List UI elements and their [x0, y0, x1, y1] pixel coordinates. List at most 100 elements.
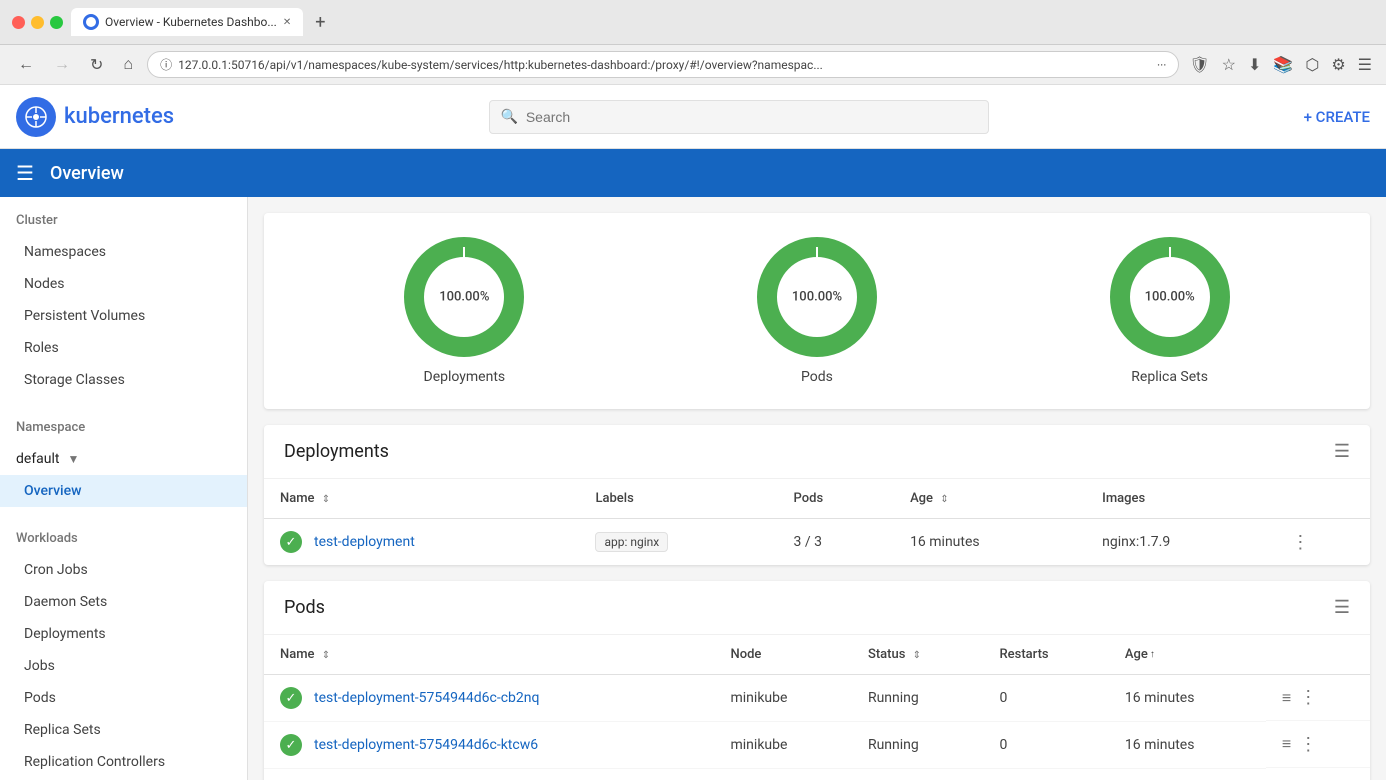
workloads-section-title: Workloads: [0, 515, 247, 554]
sidebar-item-daemon-sets[interactable]: Daemon Sets: [0, 586, 247, 618]
header-search: 🔍: [190, 100, 1287, 134]
reload-button[interactable]: ↻: [84, 53, 109, 77]
namespace-value: default: [16, 451, 60, 467]
sidebar-item-nodes[interactable]: Nodes: [0, 268, 247, 300]
sidebar-item-jobs[interactable]: Jobs: [0, 650, 247, 682]
minimize-button[interactable]: [31, 16, 44, 29]
pods-section-title: Pods: [284, 597, 325, 618]
traffic-lights: [12, 16, 63, 29]
pods-table: Name ⇕ Node Status ⇕ Restarts Age ↑: [264, 635, 1370, 780]
address-bar-row: ← → ↻ ⌂ ⓘ 127.0.0.1:50716/api/v1/namespa…: [0, 45, 1386, 85]
sidebar-item-namespaces[interactable]: Namespaces: [0, 236, 247, 268]
library-icon[interactable]: 📚: [1271, 53, 1295, 76]
deployments-filter-icon[interactable]: ☰: [1334, 441, 1350, 462]
pod-col-status[interactable]: Status ⇕: [852, 635, 984, 675]
pod-more-icon-1[interactable]: ⋮: [1299, 687, 1317, 708]
pods-table-header: Name ⇕ Node Status ⇕ Restarts Age ↑: [264, 635, 1370, 675]
pods-section: Pods ☰ Name ⇕ Node Status ⇕ Restarts Age…: [264, 581, 1370, 780]
home-button[interactable]: ⌂: [117, 54, 139, 76]
pod-name-cell-1: ✓ test-deployment-5754944d6c-cb2nq: [264, 675, 715, 722]
pod-log-icon-1[interactable]: ≡: [1282, 688, 1291, 708]
pod-node-3: minikube: [715, 769, 852, 780]
browser-chrome: Overview - Kubernetes Dashbo... ✕ +: [0, 0, 1386, 45]
col-images[interactable]: Images: [1086, 479, 1275, 519]
pod-node-2: minikube: [715, 722, 852, 769]
replica-sets-label: Replica Sets: [1131, 369, 1208, 385]
browser-tab[interactable]: Overview - Kubernetes Dashbo... ✕: [71, 8, 303, 36]
address-bar[interactable]: ⓘ 127.0.0.1:50716/api/v1/namespaces/kube…: [147, 51, 1179, 78]
deployment-name-link[interactable]: test-deployment: [314, 534, 415, 550]
sidebar-item-roles[interactable]: Roles: [0, 332, 247, 364]
forward-button[interactable]: →: [48, 54, 76, 76]
deployment-more-icon[interactable]: ⋮: [1291, 532, 1309, 553]
tab-close-icon[interactable]: ✕: [283, 17, 291, 28]
pods-donut: 100.00%: [757, 237, 877, 357]
content-area: 100.00% Deployments 100.00% Pods: [248, 197, 1386, 780]
bookmark-icon[interactable]: ☆: [1220, 53, 1238, 76]
col-age[interactable]: Age ⇕: [894, 479, 1086, 519]
download-icon[interactable]: ⬇: [1246, 53, 1263, 76]
pod-name-link-2[interactable]: test-deployment-5754944d6c-ktcw6: [314, 737, 538, 753]
pod-name-link-1[interactable]: test-deployment-5754944d6c-cb2nq: [314, 690, 539, 706]
pod-node-1: minikube: [715, 675, 852, 722]
pods-section-header: Pods ☰: [264, 581, 1370, 635]
deployment-pods-cell: 3 / 3: [778, 519, 895, 566]
sync-icon[interactable]: ⬡: [1303, 53, 1321, 76]
pod-name-cell-3: ✓ test-deployment-5754944d6c-xsj9t: [264, 769, 715, 780]
col-pods[interactable]: Pods: [778, 479, 895, 519]
nav-bar: ☰ Overview: [0, 149, 1386, 197]
maximize-button[interactable]: [50, 16, 63, 29]
pod-more-icon-2[interactable]: ⋮: [1299, 734, 1317, 755]
table-row: ✓ test-deployment-5754944d6c-ktcw6 minik…: [264, 722, 1370, 769]
sidebar-item-overview[interactable]: Overview: [0, 475, 247, 507]
extension-icon[interactable]: ⚙: [1329, 53, 1347, 76]
sidebar-item-deployments[interactable]: Deployments: [0, 618, 247, 650]
deployment-images-cell: nginx:1.7.9: [1086, 519, 1275, 566]
tab-title: Overview - Kubernetes Dashbo...: [105, 15, 277, 29]
tab-favicon: [83, 14, 99, 30]
deployment-more-cell: ⋮: [1275, 519, 1370, 566]
pod-actions-1: ≡ ⋮: [1266, 675, 1370, 721]
deployments-donut: 100.00%: [404, 237, 524, 357]
deployment-age-cell: 16 minutes: [894, 519, 1086, 566]
deployments-percent: 100.00%: [439, 290, 489, 305]
sidebar-item-storage-classes[interactable]: Storage Classes: [0, 364, 247, 396]
close-button[interactable]: [12, 16, 25, 29]
deployment-label-chip: app: nginx: [595, 532, 668, 552]
sidebar-item-pods[interactable]: Pods: [0, 682, 247, 714]
pod-status-1: Running: [852, 675, 984, 722]
nav-title: Overview: [50, 163, 124, 184]
col-actions: [1275, 479, 1370, 519]
back-button[interactable]: ←: [12, 54, 40, 76]
deployments-table-header: Name ⇕ Labels Pods Age ⇕ Images: [264, 479, 1370, 519]
col-name[interactable]: Name ⇕: [264, 479, 579, 519]
search-input[interactable]: [489, 100, 989, 134]
pod-col-name[interactable]: Name ⇕: [264, 635, 715, 675]
col-labels[interactable]: Labels: [579, 479, 777, 519]
deployments-chart: 100.00% Deployments: [404, 237, 524, 385]
charts-row: 100.00% Deployments 100.00% Pods: [264, 213, 1370, 409]
sidebar-item-cron-jobs[interactable]: Cron Jobs: [0, 554, 247, 586]
pod-col-age[interactable]: Age ↑: [1109, 635, 1266, 675]
shield-icon[interactable]: 🛡: [1187, 53, 1211, 76]
namespace-dropdown-icon: ▼: [68, 452, 80, 466]
sidebar-item-persistent-volumes[interactable]: Persistent Volumes: [0, 300, 247, 332]
pod-age-2: 16 minutes: [1109, 722, 1266, 769]
pod-col-actions: [1266, 635, 1370, 675]
namespace-selector[interactable]: default ▼: [0, 443, 247, 475]
app-header: kubernetes 🔍 + CREATE: [0, 85, 1386, 149]
sidebar-item-replica-sets[interactable]: Replica Sets: [0, 714, 247, 746]
pods-filter-icon[interactable]: ☰: [1334, 597, 1350, 618]
new-tab-button[interactable]: +: [311, 12, 329, 33]
pod-age-1: 16 minutes: [1109, 675, 1266, 722]
hamburger-icon[interactable]: ☰: [16, 161, 34, 185]
create-button[interactable]: + CREATE: [1304, 108, 1370, 126]
sidebar-item-replication-controllers[interactable]: Replication Controllers: [0, 746, 247, 778]
menu-icon[interactable]: ☰: [1356, 53, 1374, 76]
pod-col-restarts[interactable]: Restarts: [983, 635, 1108, 675]
pod-col-node[interactable]: Node: [715, 635, 852, 675]
main-layout: Cluster Namespaces Nodes Persistent Volu…: [0, 197, 1386, 780]
pod-log-icon-2[interactable]: ≡: [1282, 734, 1291, 754]
pod-actions-3: ≡ ⋮: [1266, 769, 1370, 780]
more-options-icon[interactable]: ···: [1157, 58, 1166, 72]
